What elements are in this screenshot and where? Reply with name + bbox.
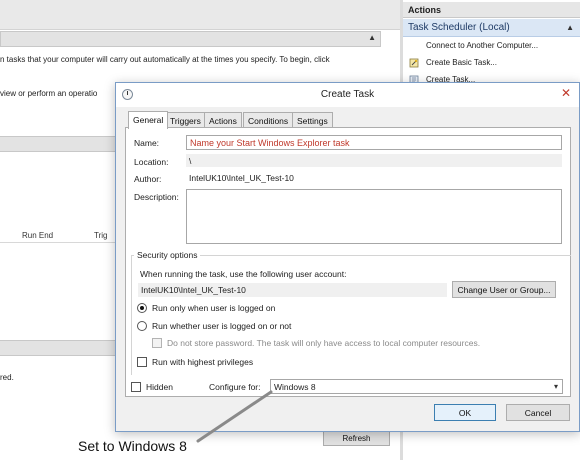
annotation-pointer-line xyxy=(196,390,273,443)
tab-general[interactable]: General xyxy=(128,111,169,129)
annotation-callout-text: Set to Windows 8 xyxy=(78,438,187,454)
annotation-layer xyxy=(196,390,273,443)
